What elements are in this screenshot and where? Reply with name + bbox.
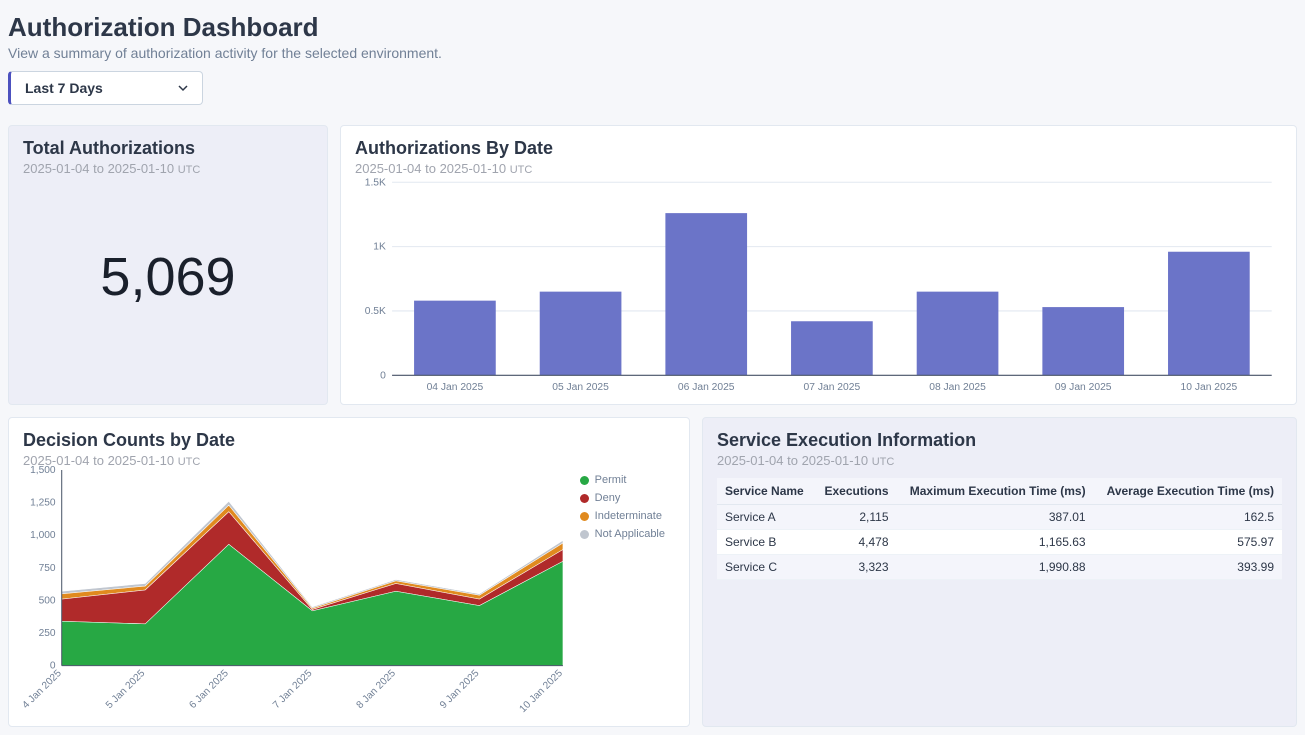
chevron-down-icon <box>178 80 188 96</box>
dropdown-label: Last 7 Days <box>25 80 103 96</box>
svg-text:1,500: 1,500 <box>30 465 56 476</box>
svg-text:1.5K: 1.5K <box>365 177 386 188</box>
svg-text:6 Jan 2025: 6 Jan 2025 <box>187 668 231 711</box>
svg-text:08 Jan 2025: 08 Jan 2025 <box>929 382 986 393</box>
decision-counts-card: Decision Counts by Date 2025-01-04 to 20… <box>8 417 690 727</box>
svg-text:07 Jan 2025: 07 Jan 2025 <box>804 382 861 393</box>
legend-item-indeterminate: Indeterminate <box>580 510 665 522</box>
card-title: Decision Counts by Date <box>23 430 675 451</box>
card-title: Authorizations By Date <box>355 138 1282 159</box>
svg-text:09 Jan 2025: 09 Jan 2025 <box>1055 382 1112 393</box>
area-chart: 02505007501,0001,2501,5004 Jan 20255 Jan… <box>23 464 675 716</box>
bar-chart: 0 0.5K 1K 1.5K 04 Jan 2025 05 Jan 2025 06 Jan … <box>355 176 1282 394</box>
service-execution-card: Service Execution Information 2025-01-04… <box>702 417 1297 727</box>
svg-text:750: 750 <box>39 563 56 574</box>
svg-text:4 Jan 2025: 4 Jan 2025 <box>23 668 64 711</box>
legend-item-not-applicable: Not Applicable <box>580 528 665 540</box>
svg-text:8 Jan 2025: 8 Jan 2025 <box>355 668 399 711</box>
total-authorizations-card: Total Authorizations 2025-01-04 to 2025-… <box>8 125 328 405</box>
card-subtitle: 2025-01-04 to 2025-01-10 UTC <box>23 161 313 176</box>
card-subtitle: 2025-01-04 to 2025-01-10 UTC <box>355 161 1282 176</box>
svg-text:0: 0 <box>380 370 386 381</box>
date-range-dropdown[interactable]: Last 7 Days <box>8 71 203 105</box>
col-max-time: Maximum Execution Time (ms) <box>897 478 1094 505</box>
legend: Permit Deny Indeterminate Not Applicable <box>580 474 665 546</box>
svg-text:10 Jan 2025: 10 Jan 2025 <box>518 668 566 715</box>
card-title: Service Execution Information <box>717 430 1282 451</box>
service-table: Service Name Executions Maximum Executio… <box>717 478 1282 580</box>
card-title: Total Authorizations <box>23 138 313 159</box>
table-row: Service B4,4781,165.63575.97 <box>717 530 1282 555</box>
page-title: Authorization Dashboard <box>8 12 1297 43</box>
svg-text:10 Jan 2025: 10 Jan 2025 <box>1181 382 1238 393</box>
svg-text:05 Jan 2025: 05 Jan 2025 <box>552 382 609 393</box>
col-executions: Executions <box>814 478 896 505</box>
authorizations-by-date-card: Authorizations By Date 2025-01-04 to 202… <box>340 125 1297 405</box>
table-row: Service A2,115387.01162.5 <box>717 505 1282 530</box>
svg-text:1,000: 1,000 <box>30 530 56 541</box>
svg-text:1,250: 1,250 <box>30 498 56 509</box>
col-service-name: Service Name <box>717 478 814 505</box>
svg-text:06 Jan 2025: 06 Jan 2025 <box>678 382 735 393</box>
legend-item-deny: Deny <box>580 492 665 504</box>
card-subtitle: 2025-01-04 to 2025-01-10 UTC <box>717 453 1282 468</box>
svg-text:1K: 1K <box>373 242 386 253</box>
col-avg-time: Average Execution Time (ms) <box>1094 478 1282 505</box>
svg-text:9 Jan 2025: 9 Jan 2025 <box>438 668 482 711</box>
svg-text:500: 500 <box>39 595 56 606</box>
table-row: Service C3,3231,990.88393.99 <box>717 555 1282 580</box>
svg-text:04 Jan 2025: 04 Jan 2025 <box>427 382 484 393</box>
svg-text:0.5K: 0.5K <box>365 306 386 317</box>
page-subtitle: View a summary of authorization activity… <box>8 45 1297 61</box>
legend-item-permit: Permit <box>580 474 665 486</box>
svg-text:5 Jan 2025: 5 Jan 2025 <box>104 668 148 711</box>
svg-text:250: 250 <box>39 628 56 639</box>
total-authorizations-value: 5,069 <box>23 246 313 308</box>
svg-text:7 Jan 2025: 7 Jan 2025 <box>271 668 315 711</box>
